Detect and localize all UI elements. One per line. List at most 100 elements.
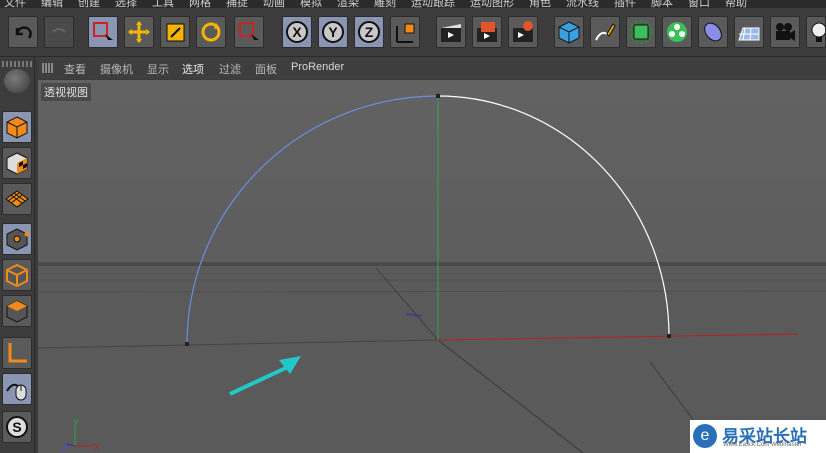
render-picture-viewer-button[interactable] [472, 16, 502, 48]
snap-button[interactable]: S [2, 411, 32, 443]
model-mode-icon [6, 116, 28, 139]
points-mode-icon [6, 228, 29, 251]
polygons-mode-button[interactable] [2, 295, 32, 327]
menu-display[interactable]: 显示 [147, 61, 169, 77]
model-mode-button[interactable] [2, 111, 32, 143]
menu-item[interactable]: 文件 [4, 0, 26, 8]
gizmo-z-label: Z [62, 442, 68, 452]
workplane-icon [5, 190, 29, 208]
snap-icon: S [6, 416, 28, 438]
menu-cameras[interactable]: 摄像机 [100, 61, 133, 77]
floor-icon [738, 27, 760, 41]
menu-item[interactable]: 网格 [189, 0, 211, 8]
spline-point-top[interactable] [436, 94, 440, 98]
x-axis-label: X [292, 24, 302, 40]
recent-tools-icon [239, 22, 259, 44]
y-axis-lock-icon: Y [322, 21, 344, 43]
redo-icon [52, 28, 66, 33]
undo-button[interactable] [8, 16, 38, 48]
deformer-icon [704, 22, 722, 42]
floor-button[interactable] [734, 16, 764, 48]
rotate-button[interactable] [196, 16, 226, 48]
render-settings-button[interactable] [508, 16, 538, 48]
menu-item[interactable]: 选择 [115, 0, 137, 8]
make-editable-icon[interactable] [4, 69, 30, 93]
z-axis-lock-button[interactable]: Z [354, 16, 384, 48]
svg-text:S: S [12, 419, 21, 435]
viewport-title: 透视视图 [41, 83, 91, 101]
pen-spline-button[interactable] [590, 16, 620, 48]
subdivision-button[interactable] [626, 16, 656, 48]
watermark-subtext: Www.Easck.Com Webmaster [723, 442, 802, 448]
menu-item[interactable]: 运动图形 [470, 0, 514, 8]
menu-item[interactable]: 工具 [152, 0, 174, 8]
world-coordinate-icon [396, 23, 415, 43]
pen-spline-icon [595, 23, 616, 41]
y-axis-lock-button[interactable]: Y [318, 16, 348, 48]
deformer-button[interactable] [698, 16, 728, 48]
x-axis-lock-icon: X [286, 21, 308, 43]
x-axis-lock-button[interactable]: X [282, 16, 312, 48]
world-coordinate-button[interactable] [390, 16, 420, 48]
undo-icon [15, 26, 32, 39]
render-view-icon [441, 24, 461, 42]
menu-item[interactable]: 运动跟踪 [411, 0, 455, 8]
cloner-icon [667, 22, 687, 42]
y-axis-label: Y [328, 24, 338, 40]
camera-button[interactable] [770, 16, 800, 48]
panel-grip [2, 61, 32, 67]
points-mode-button[interactable] [2, 223, 32, 255]
spline-point-end[interactable] [667, 334, 671, 338]
menu-item[interactable]: 帮助 [725, 0, 747, 8]
texture-mode-button[interactable] [2, 147, 32, 179]
menu-item[interactable]: 雕刻 [374, 0, 396, 8]
scale-icon [166, 23, 185, 42]
cloner-button[interactable] [662, 16, 692, 48]
menu-item[interactable]: 插件 [614, 0, 636, 8]
viewport-canvas: Y X Z [38, 94, 826, 453]
edges-mode-button[interactable] [2, 259, 32, 291]
menu-item[interactable]: 创建 [78, 0, 100, 8]
menu-item[interactable]: 捕捉 [226, 0, 248, 8]
render-settings-icon [513, 21, 533, 42]
tweak-mode-icon [6, 383, 27, 401]
cube-icon [558, 21, 580, 44]
spline-point-start[interactable] [185, 342, 189, 346]
menu-item[interactable]: 窗口 [688, 0, 710, 8]
light-button[interactable] [806, 16, 826, 48]
move-icon [128, 21, 150, 43]
scale-button[interactable] [160, 16, 190, 48]
menu-item[interactable]: 脚本 [651, 0, 673, 8]
texture-mode-icon [6, 152, 28, 175]
axis-mode-button[interactable] [2, 337, 32, 369]
edges-mode-icon [6, 263, 28, 287]
cube-button[interactable] [554, 16, 584, 48]
menu-item[interactable]: 编辑 [41, 0, 63, 8]
menu-options[interactable]: 选项 [182, 61, 204, 77]
menu-item[interactable]: 动画 [263, 0, 285, 8]
light-icon [811, 22, 825, 42]
move-button[interactable] [124, 16, 154, 48]
menu-item[interactable]: 流水线 [566, 0, 599, 8]
polygons-mode-icon [6, 300, 28, 323]
render-view-button[interactable] [436, 16, 466, 48]
live-select-button[interactable] [88, 16, 118, 48]
perspective-viewport[interactable]: Y X Z [38, 80, 826, 453]
viewport-grip-icon [42, 63, 54, 73]
menu-item[interactable]: 模拟 [300, 0, 322, 8]
watermark: e 易采站长站 Www.Easck.Com Webmaster [690, 420, 826, 453]
menu-filter[interactable]: 过滤 [219, 61, 241, 77]
menu-bar: 文件 编辑 创建 选择 工具 网格 捕捉 动画 模拟 渲染 雕刻 运动跟踪 运动图形 角色 流水线 插件 脚本 窗… [0, 0, 826, 8]
menu-item[interactable]: 角色 [529, 0, 551, 8]
render-picture-viewer-icon [477, 22, 497, 42]
menu-panel[interactable]: 面板 [255, 61, 277, 77]
menu-view[interactable]: 查看 [64, 61, 86, 77]
axis-mode-icon [8, 343, 27, 363]
recent-tools-button[interactable] [234, 16, 264, 48]
menu-prorender[interactable]: ProRender [291, 61, 344, 73]
tweak-mode-button[interactable] [2, 373, 32, 405]
redo-button[interactable] [44, 16, 74, 48]
watermark-logo-icon: e [693, 424, 717, 448]
workplane-button[interactable] [2, 183, 32, 215]
menu-item[interactable]: 渲染 [337, 0, 359, 8]
